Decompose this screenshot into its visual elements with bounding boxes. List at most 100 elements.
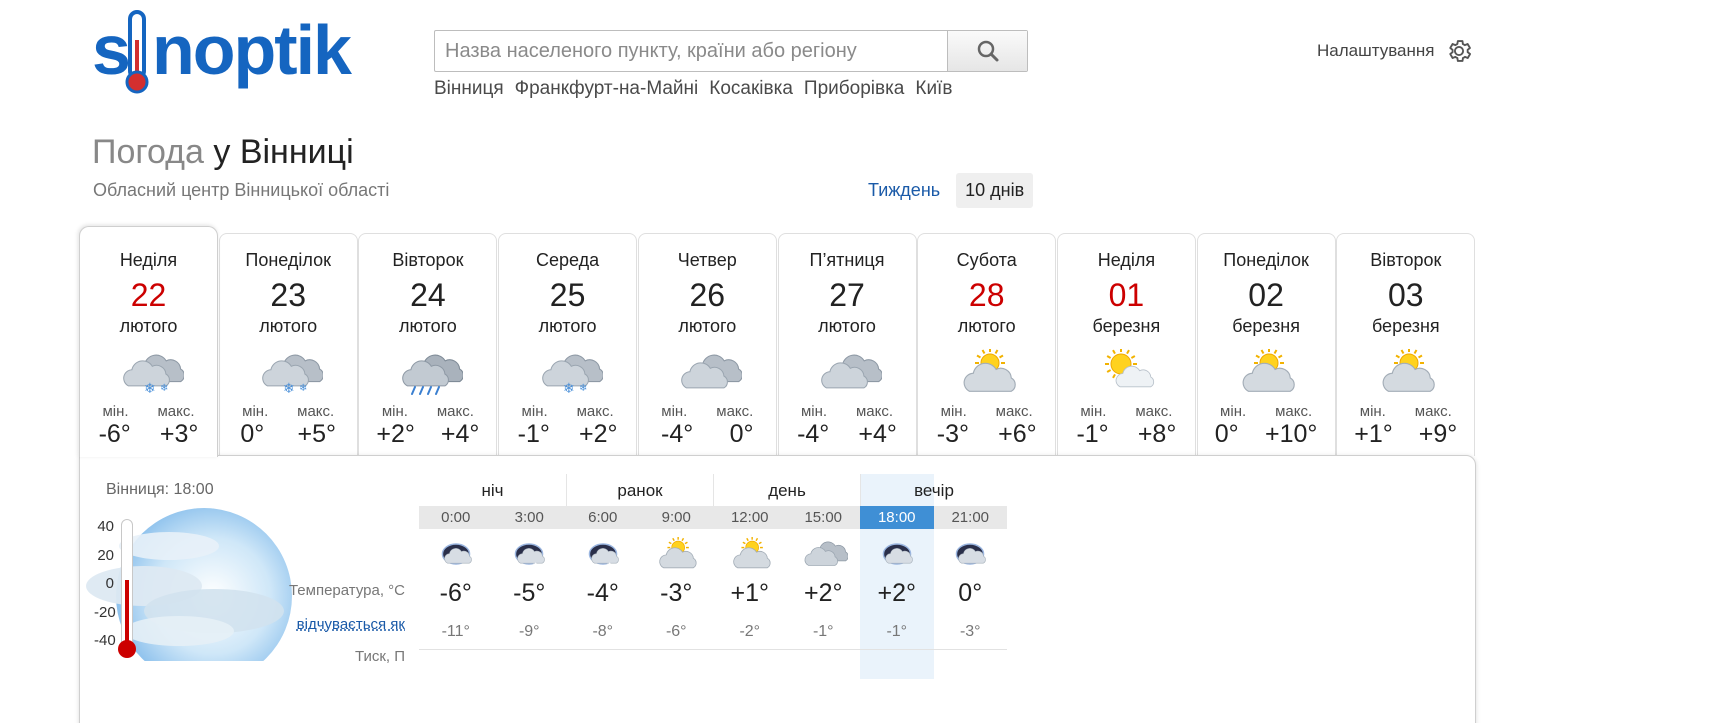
max-temp: +2° (579, 420, 618, 448)
min-label: мін. (102, 403, 129, 420)
hourly-weather-icon (713, 529, 787, 579)
search-button[interactable] (947, 31, 1027, 71)
svg-text:❄: ❄ (579, 383, 587, 394)
sun-cloud-icon (659, 537, 697, 569)
hourly-feels-like: -1° (886, 623, 908, 640)
sinoptik-logo[interactable]: s noptik (92, 8, 407, 98)
day-month: лютого (678, 316, 737, 336)
cloud-icon (821, 354, 883, 389)
day-name: Середа (536, 250, 600, 270)
hourly-pressure (419, 650, 493, 679)
search-input[interactable] (435, 31, 947, 71)
day-date: 27 (829, 277, 865, 313)
hour-cell: 3:00 (514, 509, 544, 526)
day-name: Вівторок (392, 250, 464, 270)
day-date: 03 (1388, 277, 1424, 313)
day-month: березня (1092, 316, 1161, 336)
hour-cell: 12:00 (730, 509, 769, 526)
day-tab[interactable]: Вівторок 03 березня мін. макс. +1° +9° (1336, 233, 1476, 456)
svg-text:noptik: noptik (152, 11, 352, 89)
day-month: березня (1371, 316, 1440, 336)
day-tab[interactable]: П’ятниця 27 лютого мін. макс. -4° +4° (777, 233, 917, 456)
day-name: П’ятниця (809, 250, 885, 270)
min-label: мін. (1220, 403, 1247, 420)
max-temp: 0° (729, 420, 754, 448)
page-title: Погода у Вінниці (92, 133, 354, 172)
min-temp: +2° (376, 420, 415, 448)
day-weather-icon: ❄ ❄ (114, 349, 185, 396)
gear-icon (1448, 40, 1471, 62)
day-tab[interactable]: Середа 25 лютого ❄ ❄ мін. макс. -1° +2° (498, 233, 638, 456)
day-tab[interactable]: Субота 28 лютого мін. макс. -3° +6° (917, 233, 1057, 456)
min-temp: -1° (517, 420, 550, 448)
hour-cell: 0:00 (441, 509, 471, 526)
day-tab[interactable]: Вівторок 24 лютого мін. макс. +2° +4° (358, 233, 498, 456)
feels-like-row-label[interactable]: відчувається як (297, 616, 405, 633)
day-weather-icon (1091, 348, 1161, 395)
hour-cell: 9:00 (661, 509, 691, 526)
hourly-pressure-row (419, 649, 1007, 679)
thermometer-tick: 40 (97, 518, 114, 535)
max-label: макс. (1135, 403, 1173, 420)
cloud-snow-icon: ❄ ❄ (541, 354, 604, 396)
day-weather-icon (952, 348, 1022, 395)
day-tab[interactable]: Понеділок 02 березня мін. макс. 0° +10° (1196, 233, 1336, 456)
day-weather-icon: ❄ ❄ (253, 349, 324, 396)
day-name: Вівторок (1370, 250, 1442, 270)
day-weather-icon (1371, 348, 1441, 395)
cloud-snow-icon: ❄ ❄ (122, 354, 185, 396)
svg-text:s: s (92, 11, 129, 89)
hourly-feels-row: -11° -9° -8° -6° -2° -1° -1° -3° (419, 615, 1007, 649)
day-date: 24 (410, 277, 446, 313)
settings-button[interactable]: Налаштування (1317, 37, 1473, 65)
search-icon (977, 40, 998, 62)
day-detail-panel: Вінниця: 18:00 40 20 0 -20 -40 Температу… (79, 455, 1476, 723)
day-name: Четвер (677, 250, 737, 270)
recent-city-link[interactable]: Франкфурт-на-Майні (515, 78, 699, 100)
max-temp: +4° (440, 420, 480, 448)
ten-days-button[interactable]: 10 днів (956, 173, 1034, 208)
recent-city-link[interactable]: Київ (915, 78, 952, 100)
hour-cell: 6:00 (588, 509, 618, 526)
max-label: макс. (995, 403, 1033, 420)
day-tabs: Неділя 22 лютого ❄ ❄ мін. макс. -6° +3° Пон… (79, 226, 1476, 457)
recent-city-link[interactable]: Вінниця (434, 78, 504, 100)
hourly-feels-like: -9° (518, 623, 540, 640)
hourly-feels-like: -1° (812, 623, 834, 640)
hourly-temp: -6° (439, 579, 472, 607)
sun-light-cloud-icon (1105, 348, 1155, 388)
min-temp: 0° (1214, 420, 1239, 448)
day-tab[interactable]: Понеділок 23 лютого ❄ ❄ мін. макс. 0° +5° (218, 233, 358, 456)
day-date: 25 (549, 277, 586, 313)
svg-text:❄: ❄ (533, 562, 539, 570)
day-tab[interactable]: Неділя 01 березня мін. макс. -1° +8° (1056, 233, 1196, 456)
svg-text:❄: ❄ (299, 383, 307, 394)
recent-cities: Вінниця Франкфурт-на-Майні Косаківка При… (434, 78, 952, 100)
day-month: лютого (818, 316, 876, 336)
max-label: макс. (1275, 403, 1313, 420)
hour-cell: 15:00 (804, 509, 843, 526)
day-date: 22 (130, 277, 167, 313)
day-tab[interactable]: Четвер 26 лютого мін. макс. -4° 0° (637, 233, 777, 456)
title-prefix: Погода (92, 133, 204, 171)
hourly-weather-icon (419, 529, 493, 579)
min-label: мін. (940, 403, 967, 420)
day-month: лютого (259, 316, 318, 336)
day-date: 28 (968, 277, 1005, 313)
day-part-evening: вечір (860, 474, 1007, 506)
week-link[interactable]: Тиждень (860, 174, 948, 207)
recent-city-link[interactable]: Косаківка (709, 78, 793, 100)
hourly-feels-like: -3° (959, 623, 981, 640)
day-month: лютого (538, 316, 597, 336)
max-label: макс. (855, 403, 894, 420)
hourly-weather-icon (640, 529, 714, 579)
max-label: макс. (1414, 403, 1452, 420)
max-label: макс. (576, 403, 614, 420)
min-temp: -3° (936, 420, 969, 448)
day-tab[interactable]: Неділя 22 лютого ❄ ❄ мін. макс. -6° +3° (79, 226, 218, 457)
hourly-temp: +2° (877, 579, 916, 607)
thermometer-tick: -20 (94, 603, 116, 621)
hourly-pressure (934, 650, 1008, 679)
recent-city-link[interactable]: Приборівка (804, 78, 904, 100)
min-temp: -1° (1076, 420, 1109, 448)
